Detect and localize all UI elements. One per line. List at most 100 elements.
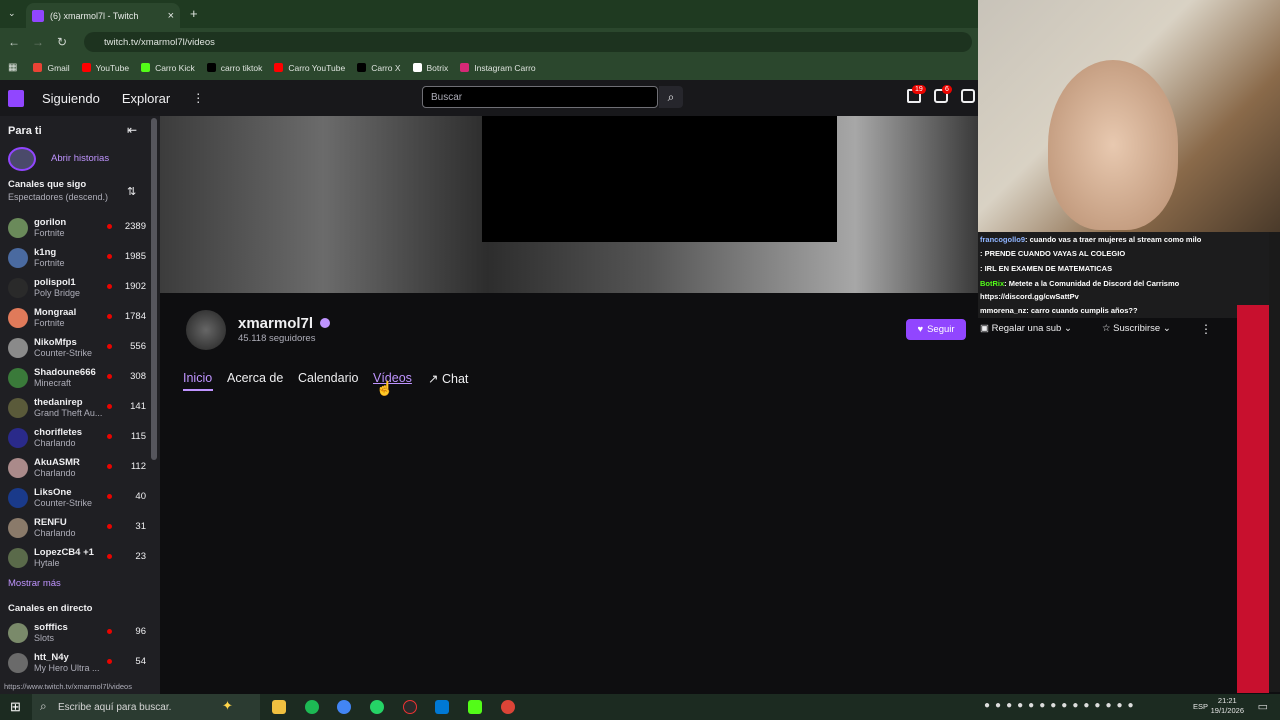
followed-sort-label: Espectadores (descend.) — [8, 192, 109, 202]
sidebar-channel-lopezcb4-1[interactable]: LopezCB4 +1 Hytale 23 — [8, 544, 154, 574]
sidebar-channel-k1ng[interactable]: k1ng Fortnite 1985 — [8, 244, 154, 274]
channel-main — [160, 293, 1237, 694]
language-indicator[interactable]: ESP — [1193, 702, 1208, 711]
chrome-icon[interactable] — [337, 700, 351, 714]
back-icon[interactable]: ← — [2, 35, 26, 49]
channel-name[interactable]: xmarmol7l — [238, 315, 313, 332]
sidebar-scrollbar[interactable] — [151, 118, 157, 460]
channel-category: Minecraft — [34, 378, 72, 388]
clock[interactable]: 21:21 19/1/2026 — [1211, 696, 1244, 716]
tab-acerca-de[interactable]: Acerca de — [227, 371, 283, 385]
gift-sub-button[interactable]: ▣ Regalar una sub ⌄ — [980, 323, 1072, 334]
chat-message: : PRENDE CUANDO VAYAS AL COLEGIO — [980, 249, 1276, 258]
channel-name: chorifletes — [34, 427, 83, 438]
channel-avatar — [8, 623, 28, 643]
show-more-link[interactable]: Mostrar más — [8, 578, 61, 589]
tab-chat-label: Chat — [441, 372, 469, 386]
sidebar-channel-renfu[interactable]: RENFU Charlando 31 — [8, 514, 154, 544]
new-tab-icon[interactable]: + — [190, 6, 198, 21]
obs-icon[interactable] — [403, 700, 417, 714]
address-input[interactable]: twitch.tv/xmarmol7l/videos — [84, 32, 972, 52]
sidebar-channel-htt-n4y[interactable]: htt_N4y My Hero Ultra ... 54 — [8, 649, 154, 679]
more-options-icon[interactable]: ⋮ — [1200, 322, 1212, 336]
live-dot-icon — [107, 284, 112, 289]
sort-icon[interactable]: ⇅ — [127, 185, 136, 198]
browser-tab-strip: ⌄ (6) xmarmol7l - Twitch × + — [0, 0, 978, 28]
file-explorer-icon[interactable] — [272, 700, 286, 714]
viewer-count: 1784 — [124, 311, 146, 322]
subscribe-button[interactable]: ☆ Suscribirse ⌄ — [1102, 323, 1171, 334]
collapse-sidebar-icon[interactable]: ⇤ — [127, 123, 137, 137]
live-channels-title: Canales en directo — [8, 603, 93, 614]
channel-avatar — [8, 248, 28, 268]
sidebar-channel-gorilon[interactable]: gorilon Fortnite 2389 — [8, 214, 154, 244]
sidebar: Para ti ⇤ Abrir historias Canales que si… — [0, 116, 160, 694]
clock-date: 19/1/2026 — [1210, 706, 1244, 715]
sidebar-channel-liksone[interactable]: LiksOne Counter-Strike 40 — [8, 484, 154, 514]
channel-name: gorilon — [34, 217, 67, 228]
taskbar-search-input[interactable]: ⌕ Escribe aquí para buscar. ✦ — [32, 694, 260, 720]
sidebar-channel-mongraal[interactable]: Mongraal Fortnite 1784 — [8, 304, 154, 334]
sidebar-channel-thedanirep[interactable]: thedanirep Grand Theft Au... 141 — [8, 394, 154, 424]
stories-avatar[interactable] — [8, 147, 36, 171]
external-link-icon: ↗ — [428, 372, 439, 386]
sidebar-channel-nikomfps[interactable]: NikoMfps Counter-Strike 556 — [8, 334, 154, 364]
bookmark-carro-youtube[interactable]: Carro YouTube — [274, 63, 345, 73]
channel-name: thedanirep — [34, 397, 83, 408]
bookmark-botrix[interactable]: Botrix — [412, 63, 448, 73]
bookmark-carro-kick[interactable]: Carro Kick — [141, 63, 195, 73]
twitch-logo-icon[interactable] — [8, 89, 24, 107]
overlay-red-strip — [1237, 305, 1269, 693]
channel-category: Hytale — [34, 558, 60, 568]
tab-inicio[interactable]: Inicio — [183, 371, 212, 385]
system-tray-icons[interactable]: ●●●●●●●●●●●●●● — [984, 700, 1139, 711]
viewer-count: 40 — [135, 491, 146, 502]
sidebar-channel-akuasmr[interactable]: AkuASMR Charlando 112 — [8, 454, 154, 484]
sidebar-channel-shadoune666[interactable]: Shadoune666 Minecraft 308 — [8, 364, 154, 394]
close-tab-icon[interactable]: × — [168, 10, 174, 22]
more-menu-icon[interactable]: ⋮ — [192, 91, 204, 105]
browser-tab[interactable]: (6) xmarmol7l - Twitch × — [26, 3, 180, 28]
tab-list-icon[interactable]: ⌄ — [8, 8, 16, 19]
viewer-count: 141 — [130, 401, 146, 412]
channel-name: k1ng — [34, 247, 57, 258]
subscribe-label: Suscribirse — [1113, 323, 1161, 334]
address-url: twitch.tv/xmarmol7l/videos — [104, 36, 215, 48]
search-icon[interactable]: ⌕ — [659, 86, 683, 108]
spotify-icon[interactable] — [305, 700, 319, 714]
youtube-icon — [81, 63, 91, 72]
channel-category: Slots — [34, 633, 55, 643]
bookmark-carro-tiktok[interactable]: carro tiktok — [206, 63, 262, 73]
channel-name: RENFU — [34, 517, 67, 528]
tab-calendario[interactable]: Calendario — [298, 371, 358, 385]
channel-avatar[interactable] — [186, 310, 226, 350]
forward-icon[interactable]: → — [26, 35, 50, 49]
nav-explore[interactable]: Explorar — [122, 91, 170, 106]
bookmark-gmail[interactable]: Gmail — [33, 63, 70, 73]
sidebar-channel-sofffics[interactable]: sofffics Slots 96 — [8, 619, 154, 649]
bookmark-instagram-carro[interactable]: Instagram Carro — [460, 63, 536, 73]
search-input[interactable]: Buscar — [422, 86, 658, 108]
reload-icon[interactable]: ↻ — [50, 35, 74, 49]
whispers-icon[interactable] — [961, 89, 975, 103]
windows-start-icon[interactable]: ⊞ — [10, 699, 21, 715]
live-dot-icon — [107, 659, 112, 664]
channel-category: Fortnite — [34, 318, 65, 328]
apps-grid-icon[interactable]: ▦ — [8, 62, 17, 73]
chrome-active-icon[interactable] — [501, 700, 515, 714]
whatsapp-icon[interactable] — [370, 700, 384, 714]
sidebar-channel-polispol1[interactable]: polispol1 Poly Bridge 1902 — [8, 274, 154, 304]
store-icon[interactable] — [435, 700, 449, 714]
tab-chat[interactable]: ↗ Chat — [428, 371, 468, 386]
notifications-center-icon[interactable]: ▭ — [1258, 700, 1268, 713]
open-stories-link[interactable]: Abrir historias — [51, 153, 109, 164]
bookmark-youtube[interactable]: YouTube — [81, 63, 129, 73]
chevron-down-icon: ⌄ — [1063, 323, 1072, 334]
sidebar-channel-chorifletes[interactable]: chorifletes Charlando 115 — [8, 424, 154, 454]
follow-button[interactable]: ♥ Seguir — [906, 319, 966, 340]
bookmark-carro-x[interactable]: Carro X — [357, 63, 401, 73]
minecraft-icon[interactable] — [468, 700, 482, 714]
sparkle-icon: ✦ — [222, 698, 233, 713]
channel-category: Poly Bridge — [34, 288, 81, 298]
nav-following[interactable]: Siguiendo — [42, 91, 100, 106]
